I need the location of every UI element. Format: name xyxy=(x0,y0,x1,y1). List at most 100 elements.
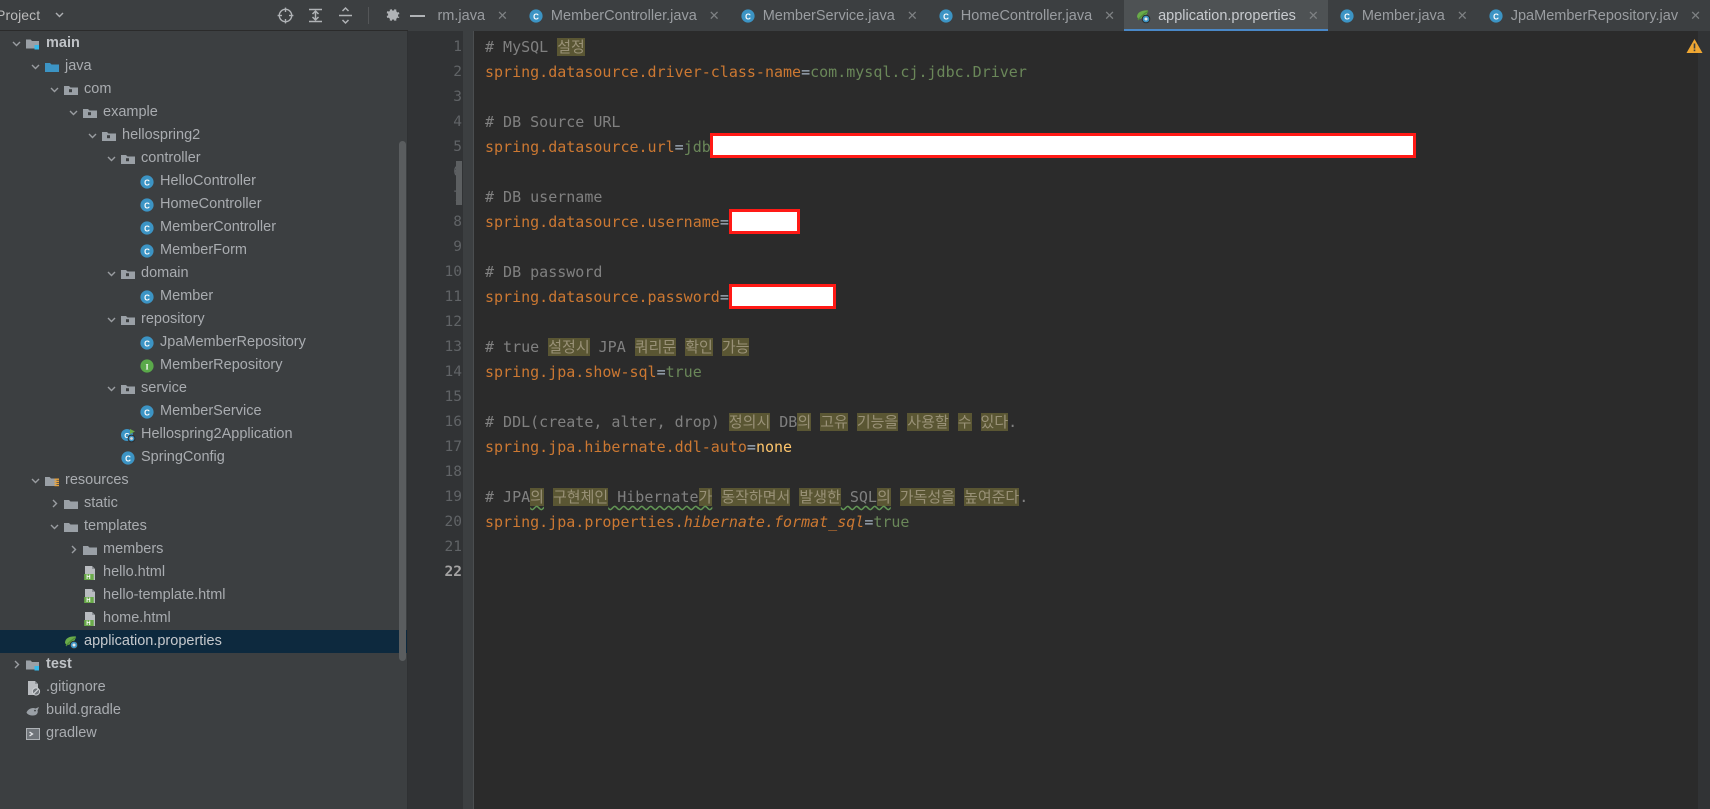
tree-item-gradlew[interactable]: gradlew xyxy=(0,722,408,745)
project-tree-scrollbar[interactable] xyxy=(399,141,406,661)
expand-all-icon[interactable] xyxy=(305,6,325,26)
svg-text:C: C xyxy=(533,12,539,21)
tree-item-springconfig[interactable]: C SpringConfig xyxy=(0,446,408,469)
tree-item-member[interactable]: C Member xyxy=(0,285,408,308)
line16-text-f xyxy=(949,413,958,431)
tree-item-membercontroller[interactable]: C MemberController xyxy=(0,216,408,239)
editor-tab-label: JpaMemberRepository.jav xyxy=(1510,7,1679,24)
tree-item-build-gradle[interactable]: build.gradle xyxy=(0,699,408,722)
editor-gutter[interactable]: 12345678910111213141516171819202122 xyxy=(408,31,474,809)
chevron-down-icon[interactable] xyxy=(54,9,65,22)
chevron-down-icon[interactable] xyxy=(103,268,119,279)
chevron-down-icon[interactable] xyxy=(8,38,24,49)
tree-item-memberrepository[interactable]: I MemberRepository xyxy=(0,354,408,377)
editor-tab-member-java[interactable]: C Member.java ✕ xyxy=(1328,0,1477,31)
tree-item-main[interactable]: main xyxy=(0,32,408,55)
chevron-right-icon[interactable] xyxy=(65,544,81,555)
close-icon[interactable]: ✕ xyxy=(709,8,720,24)
tree-item-java[interactable]: java xyxy=(0,55,408,78)
code-line-4: # DB Source URL xyxy=(485,110,1710,135)
spring-boot-class-icon: C xyxy=(119,427,136,443)
tree-item-label: home.html xyxy=(103,610,171,627)
tree-item-label: members xyxy=(103,541,164,558)
editor-tab-rm-java[interactable]: rm.java ✕ xyxy=(426,0,516,31)
editor-scrollbar-track[interactable] xyxy=(1698,31,1710,809)
svg-text:I: I xyxy=(145,362,148,371)
tree-item-hellocontroller[interactable]: C HelloController xyxy=(0,170,408,193)
line5-value: jdb xyxy=(683,138,711,156)
tree-item-homecontroller[interactable]: C HomeController xyxy=(0,193,408,216)
tree-item-home-html[interactable]: Hhome.html xyxy=(0,607,408,630)
tree-item-jpamemberrepository[interactable]: C JpaMemberRepository xyxy=(0,331,408,354)
collapse-all-icon[interactable] xyxy=(335,6,355,26)
project-tree[interactable]: main java com example hellospring2 controller… xyxy=(0,31,408,809)
gradle-file-icon xyxy=(24,703,41,719)
tree-item-domain[interactable]: domain xyxy=(0,262,408,285)
gutter-change-marker xyxy=(456,161,462,205)
close-icon[interactable]: ✕ xyxy=(1308,8,1319,24)
tree-item-members[interactable]: members xyxy=(0,538,408,561)
top-bar: Project rm.java ✕ C MemberController.jav… xyxy=(0,0,1710,31)
close-icon[interactable]: ✕ xyxy=(1457,8,1468,24)
chevron-right-icon[interactable] xyxy=(8,659,24,670)
tree-item-repository[interactable]: repository xyxy=(0,308,408,331)
warning-triangle-icon[interactable] xyxy=(1686,38,1703,54)
tree-item-application-properties[interactable]: application.properties xyxy=(0,630,408,653)
chevron-down-icon[interactable] xyxy=(27,475,43,486)
line20-eq: = xyxy=(864,513,874,531)
line13-korean-2: 쿼리문 xyxy=(634,338,677,356)
tree-item-memberservice[interactable]: C MemberService xyxy=(0,400,408,423)
tree-item-service[interactable]: service xyxy=(0,377,408,400)
chevron-down-icon[interactable] xyxy=(84,130,100,141)
chevron-down-icon[interactable] xyxy=(27,61,43,72)
line13-text-c xyxy=(676,338,685,356)
tree-item-static[interactable]: static xyxy=(0,492,408,515)
chevron-right-icon[interactable] xyxy=(46,498,62,509)
tree-item-templates[interactable]: templates xyxy=(0,515,408,538)
tree-item-hello-template-html[interactable]: Hhello-template.html xyxy=(0,584,408,607)
svg-text:C: C xyxy=(1344,12,1350,21)
close-icon[interactable]: ✕ xyxy=(1104,8,1115,24)
tree-item-label: resources xyxy=(65,472,129,489)
tree-item-label: SpringConfig xyxy=(141,449,225,466)
tree-item-hellospring2[interactable]: hellospring2 xyxy=(0,124,408,147)
hide-toolwindow-button[interactable] xyxy=(408,0,426,31)
tree-item--gitignore[interactable]: .gitignore xyxy=(0,676,408,699)
select-opened-file-icon[interactable] xyxy=(275,6,295,26)
line19-text-i: . xyxy=(1019,488,1029,506)
close-icon[interactable]: ✕ xyxy=(1690,8,1701,24)
tree-item-controller[interactable]: controller xyxy=(0,147,408,170)
chevron-down-icon[interactable] xyxy=(46,84,62,95)
close-icon[interactable]: ✕ xyxy=(907,8,918,24)
tree-item-example[interactable]: example xyxy=(0,101,408,124)
tree-item-test[interactable]: test xyxy=(0,653,408,676)
line13-korean-4: 가능 xyxy=(721,338,750,356)
chevron-down-icon[interactable] xyxy=(103,383,119,394)
tree-item-hellospring2application[interactable]: C Hellospring2Application xyxy=(0,423,408,446)
editor-tab-jpamemberrepository-jav[interactable]: C JpaMemberRepository.jav ✕ xyxy=(1477,0,1710,31)
chevron-down-icon[interactable] xyxy=(65,107,81,118)
editor-tab-memberservice-java[interactable]: C MemberService.java ✕ xyxy=(729,0,927,31)
line16-korean-2: 의 xyxy=(797,413,812,431)
tree-item-memberform[interactable]: C MemberForm xyxy=(0,239,408,262)
editor-tab-label: MemberService.java xyxy=(762,7,895,24)
code-editor[interactable]: 12345678910111213141516171819202122 # My… xyxy=(408,31,1710,809)
chevron-down-icon[interactable] xyxy=(46,521,62,532)
editor-tab-membercontroller-java[interactable]: C MemberController.java ✕ xyxy=(517,0,729,31)
line17-key: spring.jpa.hibernate.ddl-auto xyxy=(485,438,747,456)
chevron-down-icon[interactable] xyxy=(103,314,119,325)
tree-item-resources[interactable]: resources xyxy=(0,469,408,492)
tree-item-label: static xyxy=(84,495,118,512)
line5-key: spring.datasource.url xyxy=(485,138,675,156)
chevron-down-icon[interactable] xyxy=(103,153,119,164)
settings-gear-icon[interactable] xyxy=(382,6,402,26)
tree-item-com[interactable]: com xyxy=(0,78,408,101)
close-icon[interactable]: ✕ xyxy=(497,8,508,24)
editor-tab-homecontroller-java[interactable]: C HomeController.java ✕ xyxy=(927,0,1124,31)
tree-item-hello-html[interactable]: Hhello.html xyxy=(0,561,408,584)
code-line-19: # JPA의 구현체인 Hibernate가 동작하면서 발생한 SQL의 가독… xyxy=(485,485,1710,510)
editor-tab-application-properties[interactable]: application.properties ✕ xyxy=(1124,0,1328,31)
